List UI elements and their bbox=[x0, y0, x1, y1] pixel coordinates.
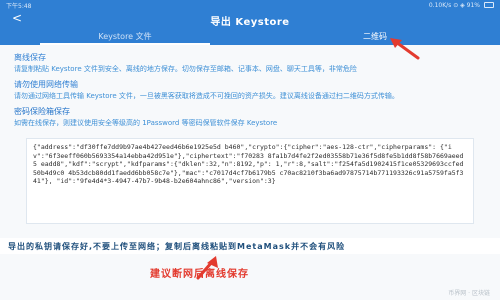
password-safe-title: 密码保险箱保存 bbox=[14, 107, 70, 116]
page-title: 导出 Keystore bbox=[210, 17, 290, 28]
status-right-text: 0.10K/s ⊙ ◈ 91% bbox=[428, 1, 480, 9]
no-network-title: 请勿使用网络传输 bbox=[14, 80, 78, 89]
password-safe-text: 如需在线保存，则建议使用安全等级高的 1Password 等密码保管软件保存 K… bbox=[14, 119, 278, 127]
status-bar: 下午5:48 0.10K/s ⊙ ◈ 91% bbox=[0, 0, 500, 10]
tab-qr-code[interactable]: 二维码 bbox=[250, 27, 500, 45]
copy-notice-banner: 导出的私钥请保存好,不要上传至网络；复制后离线粘贴到MetaMask并不会有风险 bbox=[0, 238, 500, 254]
status-indicators: 0.10K/s ⊙ ◈ 91% bbox=[429, 2, 494, 9]
annotation-caption: 建议断网后离线保存 bbox=[150, 269, 249, 280]
tab-bar: Keystore 文件 二维码 bbox=[0, 27, 500, 45]
no-network-text: 请勿通过网络工具传输 Keystore 文件，一旦被黑客获取将造成不可挽回的资产… bbox=[14, 92, 399, 100]
app-screen: 下午5:48 0.10K/s ⊙ ◈ 91% < 导出 Keystore Key… bbox=[0, 0, 500, 300]
battery-icon bbox=[484, 2, 494, 8]
offline-text: 请复制粘贴 Keystore 文件到安全、离线的地方保存。切勿保存至邮箱、记事本… bbox=[14, 65, 357, 73]
status-time: 下午5:48 bbox=[6, 2, 32, 10]
keystore-json-box[interactable]: {"address":"df30ffe7dd9b97ae4b427eed46b6… bbox=[26, 138, 474, 224]
tab-keystore-file[interactable]: Keystore 文件 bbox=[0, 27, 250, 45]
watermark: 币界网 · 区块链 bbox=[448, 290, 490, 297]
header: < 导出 Keystore bbox=[0, 10, 500, 28]
export-info: 离线保存 请复制粘贴 Keystore 文件到安全、离线的地方保存。切勿保存至邮… bbox=[14, 52, 486, 133]
offline-title: 离线保存 bbox=[14, 53, 46, 62]
